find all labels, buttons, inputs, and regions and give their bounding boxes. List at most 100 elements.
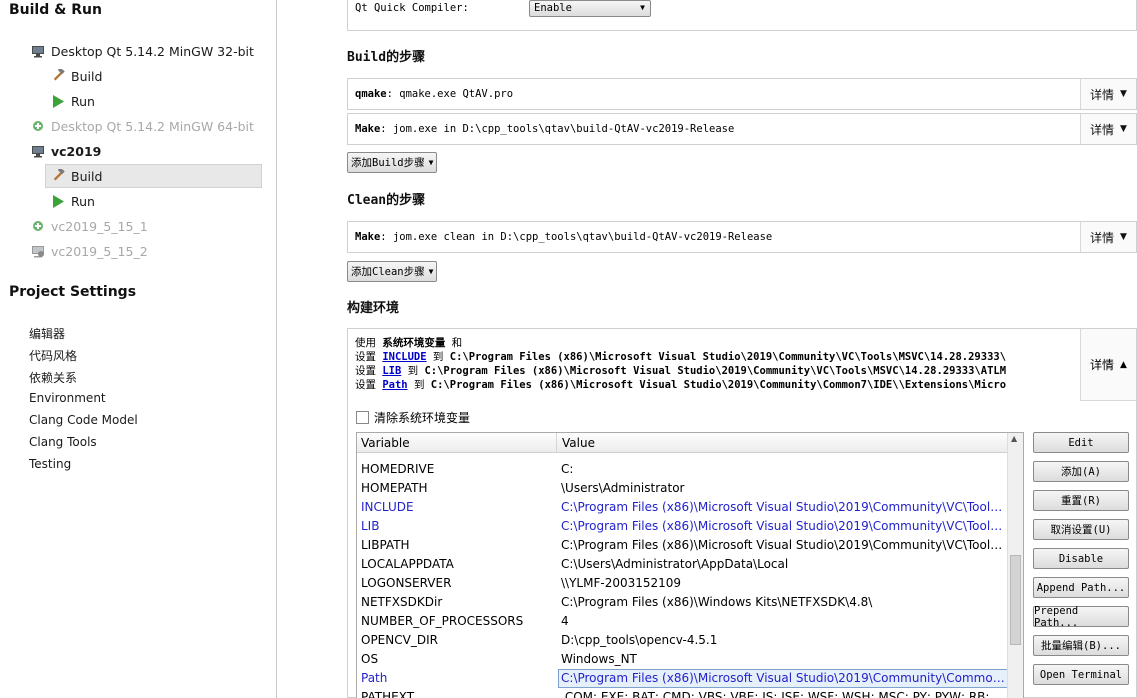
build-step-make: Make: jom.exe in D:\cpp_tools\qtav\build… [347, 113, 1137, 145]
prepend-path-button[interactable]: Prepend Path... [1033, 605, 1129, 629]
append-path-button[interactable]: Append Path... [1033, 577, 1129, 598]
summary-text: 到 [426, 351, 450, 363]
variable-cell: OS [361, 652, 379, 666]
qt-quick-compiler-label: Qt Quick Compiler: [355, 2, 469, 14]
clean-step-make: Make: jom.exe clean in D:\cpp_tools\qtav… [347, 221, 1137, 253]
variable-cell: LIBPATH [361, 538, 410, 552]
unset-button[interactable]: 取消设置(U) [1033, 519, 1129, 540]
summary-var-link[interactable]: Path [382, 379, 407, 391]
settings-testing[interactable]: Testing [29, 457, 71, 471]
kit-mingw32-run[interactable]: Run [50, 89, 95, 113]
qt-quick-compiler-combo[interactable]: Enable ▼ [529, 0, 651, 17]
variable-cell: HOMEDRIVE [361, 462, 435, 476]
table-row[interactable]: OS Windows_NT [357, 650, 1008, 669]
value-cell: 4 [561, 614, 569, 628]
kit-vc2019-5-15-2[interactable]: vc2019_5_15_2 [30, 239, 148, 263]
details-label: 详情 [1090, 87, 1115, 102]
variable-cell: INCLUDE [361, 500, 414, 514]
settings-code-style[interactable]: 代码风格 [29, 347, 77, 364]
variable-cell: LOGONSERVER [361, 576, 452, 590]
add-clean-step-label: 添加Clean步骤 [351, 266, 425, 278]
clear-system-env-checkbox[interactable] [356, 411, 369, 424]
summary-var-link[interactable]: LIB [382, 365, 401, 377]
add-build-step-label: 添加Build步骤 [351, 157, 425, 169]
kit-label: Desktop Qt 5.14.2 MinGW 32-bit [51, 43, 254, 59]
env-details-button[interactable]: 详情 ▲ [1080, 329, 1136, 401]
table-row[interactable]: INCLUDE C:\Program Files (x86)\Microsoft … [357, 498, 1008, 517]
monitor-warning-icon [30, 243, 46, 259]
settings-environment[interactable]: Environment [29, 391, 106, 405]
value-cell: C:\Program Files (x86)\Microsoft Visual … [561, 500, 1007, 514]
table-row[interactable]: NETFXSDKDir C:\Program Files (x86)\Window… [357, 593, 1008, 612]
table-row[interactable]: OPENCV_DIR D:\cpp_tools\opencv-4.5.1 [357, 631, 1008, 650]
value-cell: C:\Program Files (x86)\Windows Kits\NETF… [561, 595, 873, 609]
details-label: 详情 [1090, 122, 1115, 137]
reset-button[interactable]: 重置(R) [1033, 490, 1129, 511]
summary-text: 和 [445, 337, 463, 349]
value-cell: C: [561, 462, 574, 476]
details-button[interactable]: 详情 ▼ [1080, 79, 1136, 109]
table-row[interactable]: Path C:\Program Files (x86)\Microsoft Vis… [357, 669, 1008, 688]
kit-vc2019-5-15-1[interactable]: vc2019_5_15_1 [30, 214, 148, 238]
chevron-down-icon: ▼ [1120, 89, 1127, 99]
column-header-variable[interactable]: Variable [357, 433, 557, 453]
kit-desktop-mingw64[interactable]: Desktop Qt 5.14.2 MinGW 64-bit [30, 114, 254, 138]
summary-text: 设置 [355, 365, 383, 377]
details-button[interactable]: 详情 ▼ [1080, 222, 1136, 252]
disable-button[interactable]: Disable [1033, 548, 1129, 569]
play-icon [50, 93, 66, 109]
value-cell: D:\cpp_tools\opencv-4.5.1 [561, 633, 718, 647]
add-kit-icon [30, 218, 46, 234]
batch-edit-button[interactable]: 批量编辑(B)... [1033, 635, 1129, 656]
edit-button[interactable]: Edit [1033, 432, 1129, 453]
add-button[interactable]: 添加(A) [1033, 461, 1129, 482]
table-row[interactable]: LIB C:\Program Files (x86)\Microsoft Visu… [357, 517, 1008, 536]
column-header-value[interactable]: Value [558, 433, 595, 453]
step-key: qmake [355, 88, 387, 100]
variable-cell: LOCALAPPDATA [361, 557, 454, 571]
chevron-down-icon: ▼ [640, 3, 645, 12]
environment-table[interactable]: Variable Value HOMEDRIVE C: HOMEPATH \Users… [356, 432, 1024, 698]
table-row[interactable]: HOMEPATH \Users\Administrator [357, 479, 1008, 498]
settings-clang-tools[interactable]: Clang Tools [29, 435, 97, 449]
build-step-qmake: qmake: qmake.exe QtAV.pro 详情 ▼ [347, 78, 1137, 110]
table-row[interactable]: NUMBER_OF_PROCESSORS 4 [357, 612, 1008, 631]
kit-desktop-mingw32[interactable]: Desktop Qt 5.14.2 MinGW 32-bit [30, 39, 254, 63]
kit-vc2019[interactable]: vc2019 [30, 139, 101, 163]
table-row[interactable]: LIBPATH C:\Program Files (x86)\Microsoft … [357, 536, 1008, 555]
open-terminal-button[interactable]: Open Terminal [1033, 664, 1129, 685]
scroll-up-icon[interactable]: ▲ [1011, 434, 1017, 443]
settings-clang-code-model[interactable]: Clang Code Model [29, 413, 138, 427]
table-row[interactable]: LOGONSERVER \\YLMF-2003152109 [357, 574, 1008, 593]
kit-mingw32-build[interactable]: Build [50, 64, 102, 88]
summary-text: 到 [401, 365, 425, 377]
settings-editor[interactable]: 编辑器 [29, 325, 65, 342]
combo-value: Enable [534, 2, 572, 14]
run-label: Run [71, 193, 95, 209]
summary-var-value: C:\Program Files (x86)\Microsoft Visual … [424, 365, 1007, 377]
add-build-step-button[interactable]: 添加Build步骤 ▼ [347, 152, 438, 173]
summary-var-value: C:\Program Files (x86)\Microsoft Visual … [430, 379, 1007, 391]
kit-vc2019-run[interactable]: Run [50, 189, 95, 213]
build-steps-heading: Build的步骤 [347, 50, 426, 65]
clear-system-env-checkbox-row[interactable]: 清除系统环境变量 [356, 409, 470, 426]
settings-dependencies[interactable]: 依赖关系 [29, 369, 77, 386]
chevron-down-icon: ▼ [1120, 124, 1127, 134]
variable-cell: Path [361, 671, 388, 685]
monitor-icon [30, 143, 46, 159]
table-row[interactable]: LOCALAPPDATA C:\Users\Administrator\AppDa… [357, 555, 1008, 574]
details-label: 详情 [1090, 358, 1115, 372]
build-environment-heading: 构建环境 [347, 301, 400, 316]
scrollbar-thumb[interactable] [1010, 555, 1021, 645]
add-clean-step-button[interactable]: 添加Clean步骤 ▼ [347, 261, 438, 282]
vertical-scrollbar[interactable]: ▲ [1007, 433, 1023, 698]
table-row[interactable]: HOMEDRIVE C: [357, 460, 1008, 479]
project-settings-title: Project Settings [9, 284, 137, 300]
summary-text: 到 [407, 379, 431, 391]
kit-vc2019-build[interactable]: Build [50, 164, 102, 188]
details-button[interactable]: 详情 ▼ [1080, 114, 1136, 144]
build-label: Build [71, 68, 103, 84]
step-text: : qmake.exe QtAV.pro [386, 88, 514, 100]
table-row[interactable]: PATHEXT .COM;.EXE;.BAT;.CMD;.VBS;.VBE;.JS… [357, 688, 1008, 698]
summary-var-link[interactable]: INCLUDE [382, 351, 426, 363]
